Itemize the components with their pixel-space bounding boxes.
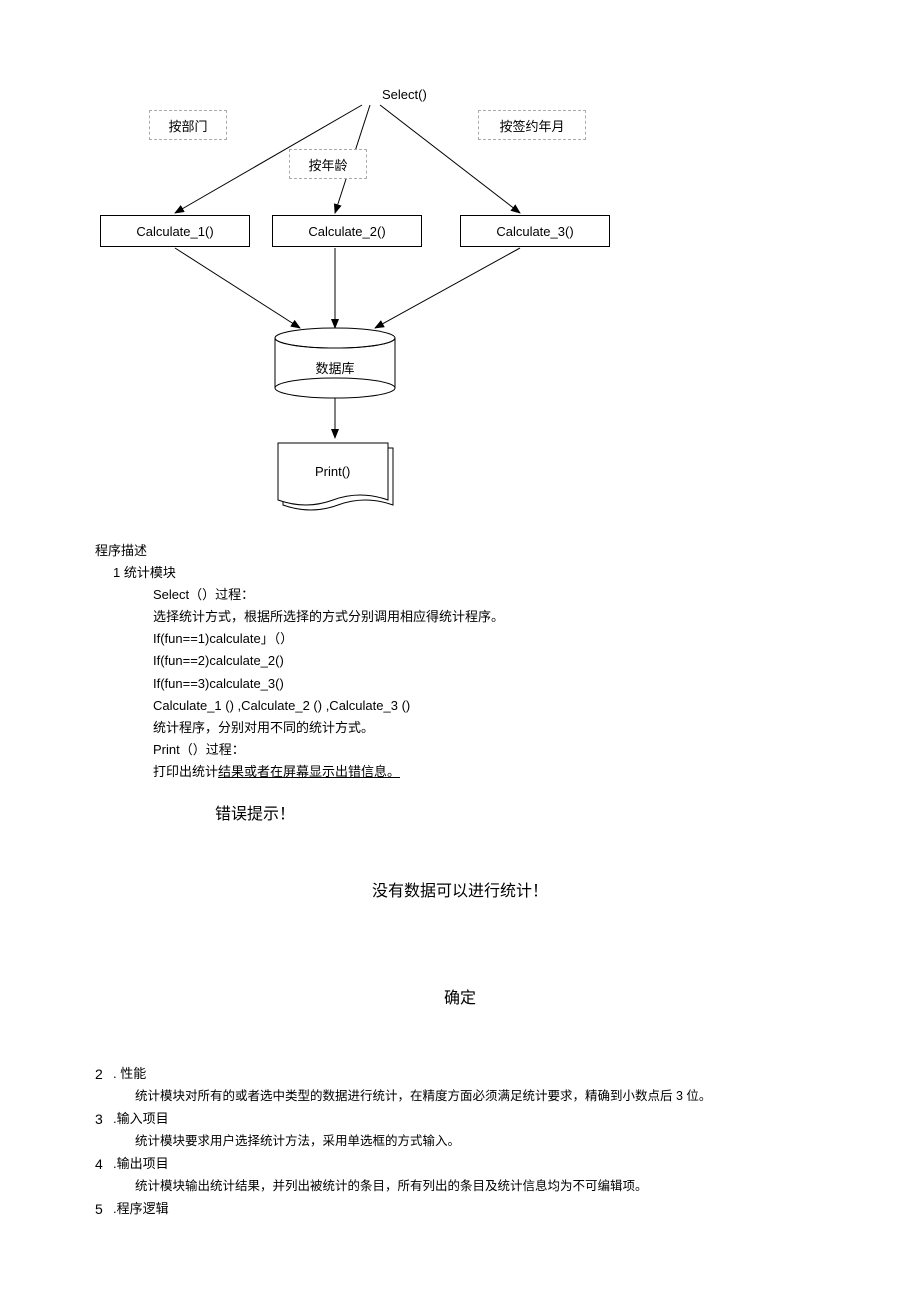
item-5-label: .程序逻辑 [113, 1198, 825, 1222]
calc-list-line: Calculate_1 () ,Calculate_2 () ,Calculat… [95, 695, 825, 717]
item-2: 2 . 性能 [95, 1063, 825, 1087]
print-label: Print() [315, 464, 350, 479]
select-desc-line: 选择统计方式，根据所选择的方式分别调用相应得统计程序。 [95, 606, 825, 628]
select-proc-line: Select（）过程： [95, 584, 825, 606]
select-label: Select() [382, 87, 427, 102]
item-4-num: 4 [95, 1153, 113, 1177]
content-body: 程序描述 1 统计模块 Select（）过程： 选择统计方式，根据所选择的方式分… [0, 540, 920, 1262]
item-3-num: 3 [95, 1108, 113, 1132]
calculate-2-box: Calculate_2() [272, 215, 422, 247]
item-4: 4 .输出项目 [95, 1153, 825, 1177]
item-3-label: .输入项目 [113, 1108, 825, 1132]
section-1-title: 1 统计模块 [95, 562, 825, 584]
item-5-num: 5 [95, 1198, 113, 1222]
branch-by-dept: 按部门 [149, 110, 227, 140]
item-3: 3 .输入项目 [95, 1108, 825, 1132]
print-desc-underline: 结果或者在屏幕显示出错信息。 [218, 764, 400, 779]
print-proc-line: Print（）过程： [95, 739, 825, 761]
database-label: 数据库 [305, 358, 365, 377]
item-3-detail: 统计模块要求用户选择统计方法，采用单选框的方式输入。 [95, 1131, 825, 1152]
error-message: 没有数据可以进行统计！ [95, 878, 825, 905]
calculate-3-box: Calculate_3() [460, 215, 610, 247]
program-desc-heading: 程序描述 [95, 540, 825, 562]
branch-by-age: 按年龄 [289, 149, 367, 179]
item-2-label: . 性能 [113, 1063, 825, 1087]
print-desc-prefix: 打印出统计 [153, 764, 218, 779]
item-4-detail: 统计模块输出统计结果，并列出被统计的条目，所有列出的条目及统计信息均为不可编辑项… [95, 1176, 825, 1197]
flowchart-diagram: Select() 按部门 按年龄 按签约年月 Calculate_1() Cal… [0, 0, 920, 540]
branch-by-contract: 按签约年月 [478, 110, 586, 140]
item-2-detail: 统计模块对所有的或者选中类型的数据进行统计，在精度方面必须满足统计要求，精确到小… [95, 1086, 825, 1107]
error-title: 错误提示！ [215, 801, 825, 828]
diagram-svg [0, 0, 920, 540]
if3-line: If(fun==3)calculate_3() [95, 673, 825, 695]
item-2-num: 2 [95, 1063, 113, 1087]
confirm-button-label: 确定 [95, 985, 825, 1012]
if1-line: If(fun==1)calculate」（） [95, 628, 825, 650]
calc-desc-line: 统计程序，分别对用不同的统计方式。 [95, 717, 825, 739]
print-desc-line: 打印出统计结果或者在屏幕显示出错信息。 [95, 761, 825, 783]
item-5: 5 .程序逻辑 [95, 1198, 825, 1222]
item-4-label: .输出项目 [113, 1153, 825, 1177]
calculate-1-box: Calculate_1() [100, 215, 250, 247]
if2-line: If(fun==2)calculate_2() [95, 650, 825, 672]
